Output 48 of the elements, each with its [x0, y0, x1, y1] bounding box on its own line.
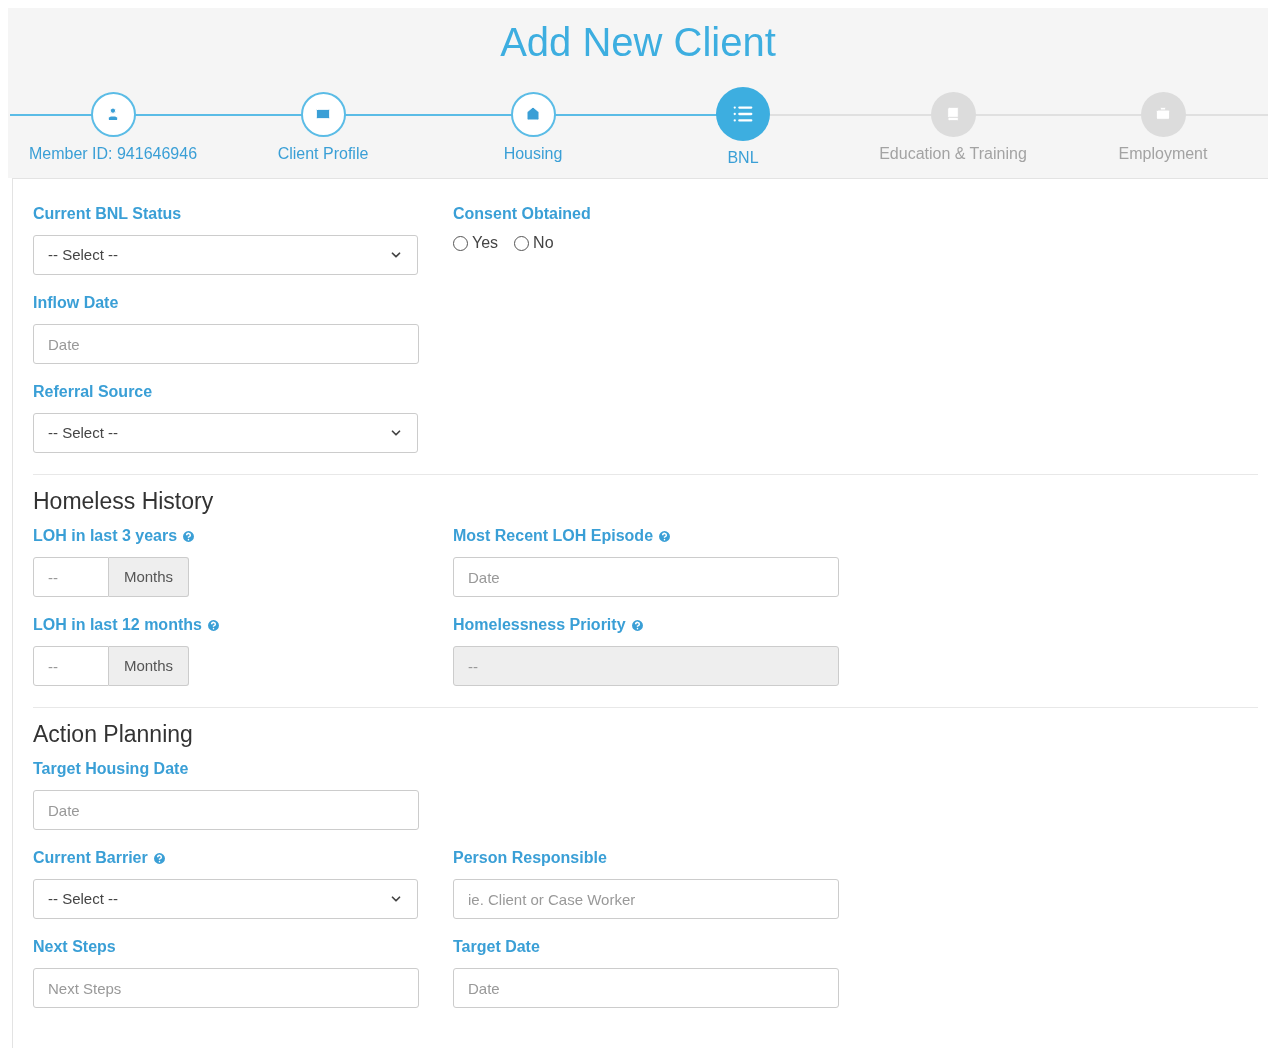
- help-icon[interactable]: [181, 528, 197, 544]
- input-field[interactable]: Date: [453, 968, 839, 1008]
- field-label: Target Date: [453, 937, 540, 957]
- input-field[interactable]: Next Steps: [33, 968, 419, 1008]
- section-heading: Homeless History: [33, 487, 215, 515]
- page-title: Add New Client: [500, 20, 776, 64]
- field-label: Current Barrier: [33, 848, 148, 868]
- help-icon[interactable]: [657, 528, 673, 544]
- unit-addon: Months: [109, 557, 189, 597]
- step-label: BNL: [727, 148, 759, 168]
- select-dropdown[interactable]: -- Select --: [33, 879, 418, 919]
- briefcase-icon: [1155, 106, 1171, 122]
- section-heading: Action Planning: [33, 720, 194, 748]
- input-field[interactable]: Date: [453, 557, 839, 597]
- radio-button[interactable]: [514, 235, 530, 251]
- field-label: Most Recent LOH Episode: [453, 526, 654, 546]
- input-field[interactable]: Date: [33, 324, 419, 364]
- field-label: LOH in last 12 months: [33, 615, 202, 635]
- field-label: Person Responsible: [453, 848, 607, 868]
- user-icon: [105, 106, 121, 122]
- house-icon: [525, 106, 541, 122]
- field-label: Homelessness Priority: [453, 615, 626, 635]
- radio-label: No: [533, 233, 554, 253]
- field-label: Next Steps: [33, 937, 116, 957]
- step-label: Member ID: 941646946: [28, 144, 198, 164]
- field-label: Target Housing Date: [33, 759, 189, 779]
- step-label: Housing: [503, 144, 563, 164]
- radio-label: Yes: [472, 233, 499, 253]
- book-icon: [945, 106, 961, 122]
- help-icon[interactable]: [151, 850, 167, 866]
- input-field[interactable]: ie. Client or Case Worker: [453, 879, 839, 919]
- list-icon: [732, 103, 754, 125]
- field-label: Consent Obtained: [453, 204, 591, 224]
- select-dropdown[interactable]: -- Select --: [33, 235, 418, 275]
- field-label: Referral Source: [33, 382, 153, 402]
- field-label: Inflow Date: [33, 293, 119, 313]
- step-label: Employment: [1118, 144, 1208, 164]
- field-label: LOH in last 3 years: [33, 526, 178, 546]
- step-label: Education & Training: [879, 144, 1027, 164]
- input-field[interactable]: --: [33, 646, 109, 686]
- input-field[interactable]: Date: [33, 790, 419, 830]
- step-label: Client Profile: [277, 144, 369, 164]
- input-field[interactable]: --: [33, 557, 109, 597]
- radio-button[interactable]: [453, 235, 468, 251]
- help-icon[interactable]: [205, 617, 221, 633]
- field-label: Current BNL Status: [33, 204, 182, 224]
- unit-addon: Months: [109, 646, 189, 686]
- select-dropdown[interactable]: -- Select --: [33, 413, 418, 453]
